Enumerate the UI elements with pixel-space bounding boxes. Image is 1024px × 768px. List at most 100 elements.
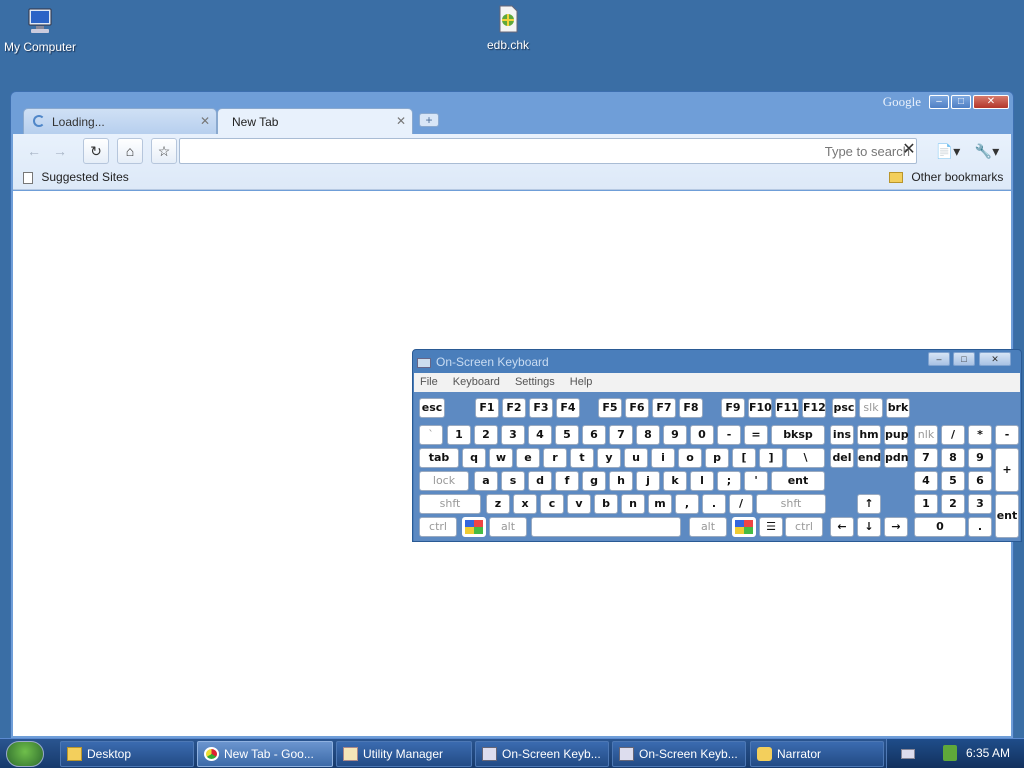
osk-close-button[interactable]: ✕ xyxy=(979,352,1011,366)
windows-key-icon[interactable] xyxy=(462,517,486,537)
accessibility-tray-icon[interactable] xyxy=(943,745,957,761)
key-ent[interactable]: ent xyxy=(771,471,825,491)
key-shft[interactable]: shft xyxy=(756,494,826,514)
osk-maximize-button[interactable]: □ xyxy=(953,352,975,366)
minimize-button[interactable]: – xyxy=(929,95,949,109)
key-tab[interactable]: tab xyxy=(419,448,459,468)
key-bksp[interactable]: bksp xyxy=(771,425,825,445)
key-96[interactable]: ` xyxy=(419,425,443,445)
key-hm[interactable]: hm xyxy=(857,425,881,445)
tab-new-tab[interactable]: New Tab ✕ xyxy=(217,108,413,134)
spacebar[interactable] xyxy=(531,517,681,537)
key-3[interactable]: 3 xyxy=(968,494,992,514)
key-F4[interactable]: F4 xyxy=(556,398,580,418)
key-ctrl[interactable]: ctrl xyxy=(785,517,823,537)
key-brk[interactable]: brk xyxy=(886,398,910,418)
key-lock[interactable]: lock xyxy=(419,471,469,491)
desktop-icon-my-computer[interactable]: My Computer xyxy=(0,4,80,54)
taskbar-item-browser[interactable]: New Tab - Goo... xyxy=(197,741,333,767)
key-61[interactable]: = xyxy=(744,425,768,445)
key-91[interactable]: [ xyxy=(732,448,756,468)
key-ent[interactable]: ent xyxy=(995,494,1019,538)
key-q[interactable]: q xyxy=(462,448,486,468)
key-n[interactable]: n xyxy=(621,494,645,514)
key-t[interactable]: t xyxy=(570,448,594,468)
key-2[interactable]: 2 xyxy=(474,425,498,445)
taskbar-item-osk-2[interactable]: On-Screen Keyb... xyxy=(612,741,746,767)
key-F8[interactable]: F8 xyxy=(679,398,703,418)
key-alt[interactable]: alt xyxy=(489,517,527,537)
key-46[interactable]: . xyxy=(968,517,992,537)
key-3[interactable]: 3 xyxy=(501,425,525,445)
key-47[interactable]: / xyxy=(941,425,965,445)
bookmark-suggested-sites[interactable]: Suggested Sites xyxy=(23,170,129,184)
page-menu-button[interactable]: 📄▾ xyxy=(933,138,963,164)
key-slk[interactable]: slk xyxy=(859,398,883,418)
key-r[interactable]: r xyxy=(543,448,567,468)
key-d[interactable]: d xyxy=(528,471,552,491)
key-b[interactable]: b xyxy=(594,494,618,514)
desktop-icon-edb-chk[interactable]: edb.chk xyxy=(468,2,548,52)
key-8[interactable]: 8 xyxy=(636,425,660,445)
key-93[interactable]: ] xyxy=(759,448,783,468)
key-F10[interactable]: F10 xyxy=(748,398,772,418)
key-c[interactable]: c xyxy=(540,494,564,514)
key-z[interactable]: z xyxy=(486,494,510,514)
key-6[interactable]: 6 xyxy=(968,471,992,491)
key-F1[interactable]: F1 xyxy=(475,398,499,418)
key-ins[interactable]: ins xyxy=(830,425,854,445)
key-2[interactable]: 2 xyxy=(941,494,965,514)
keyboard-tray-icon[interactable] xyxy=(901,749,915,759)
key-shft[interactable]: shft xyxy=(419,494,481,514)
tab-close-icon[interactable]: ✕ xyxy=(396,114,406,128)
tab-loading[interactable]: Loading... ✕ xyxy=(23,108,217,134)
key-8593[interactable]: ↑ xyxy=(857,494,881,514)
key-8594[interactable]: → xyxy=(884,517,908,537)
key-F2[interactable]: F2 xyxy=(502,398,526,418)
key-4[interactable]: 4 xyxy=(528,425,552,445)
key-45[interactable]: - xyxy=(717,425,741,445)
bookmark-star-button[interactable]: ☆ xyxy=(151,138,177,164)
key-esc[interactable]: esc xyxy=(419,398,445,418)
reload-button[interactable]: ↻ xyxy=(83,138,109,164)
menu-help[interactable]: Help xyxy=(570,376,593,388)
key-alt[interactable]: alt xyxy=(689,517,727,537)
key-F12[interactable]: F12 xyxy=(802,398,826,418)
key-j[interactable]: j xyxy=(636,471,660,491)
menu-keyboard[interactable]: Keyboard xyxy=(453,376,500,388)
key-end[interactable]: end xyxy=(857,448,881,468)
forward-button[interactable]: → xyxy=(47,138,73,164)
back-button[interactable]: ← xyxy=(21,138,47,164)
key-8592[interactable]: ← xyxy=(830,517,854,537)
key-9[interactable]: 9 xyxy=(968,448,992,468)
start-button[interactable] xyxy=(6,741,44,767)
key-s[interactable]: s xyxy=(501,471,525,491)
key-nlk[interactable]: nlk xyxy=(914,425,938,445)
key-F5[interactable]: F5 xyxy=(598,398,622,418)
key-42[interactable]: * xyxy=(968,425,992,445)
key-v[interactable]: v xyxy=(567,494,591,514)
key-a[interactable]: a xyxy=(474,471,498,491)
key-F3[interactable]: F3 xyxy=(529,398,553,418)
key-l[interactable]: l xyxy=(690,471,714,491)
new-tab-button[interactable]: + xyxy=(419,113,439,127)
key-g[interactable]: g xyxy=(582,471,606,491)
key-o[interactable]: o xyxy=(678,448,702,468)
key-ctrl[interactable]: ctrl xyxy=(419,517,457,537)
key-0[interactable]: 0 xyxy=(914,517,966,537)
key-F7[interactable]: F7 xyxy=(652,398,676,418)
key-45[interactable]: - xyxy=(995,425,1019,445)
key-1[interactable]: 1 xyxy=(914,494,938,514)
key-0[interactable]: 0 xyxy=(690,425,714,445)
key-8[interactable]: 8 xyxy=(941,448,965,468)
taskbar-item-osk-1[interactable]: On-Screen Keyb... xyxy=(475,741,609,767)
key-4[interactable]: 4 xyxy=(914,471,938,491)
close-button[interactable]: ✕ xyxy=(973,95,1009,109)
key-pup[interactable]: pup xyxy=(884,425,909,445)
key-6[interactable]: 6 xyxy=(582,425,606,445)
key-59[interactable]: ; xyxy=(717,471,741,491)
key-psc[interactable]: psc xyxy=(832,398,856,418)
key-del[interactable]: del xyxy=(830,448,854,468)
key-5[interactable]: 5 xyxy=(555,425,579,445)
home-button[interactable]: ⌂ xyxy=(117,138,143,164)
